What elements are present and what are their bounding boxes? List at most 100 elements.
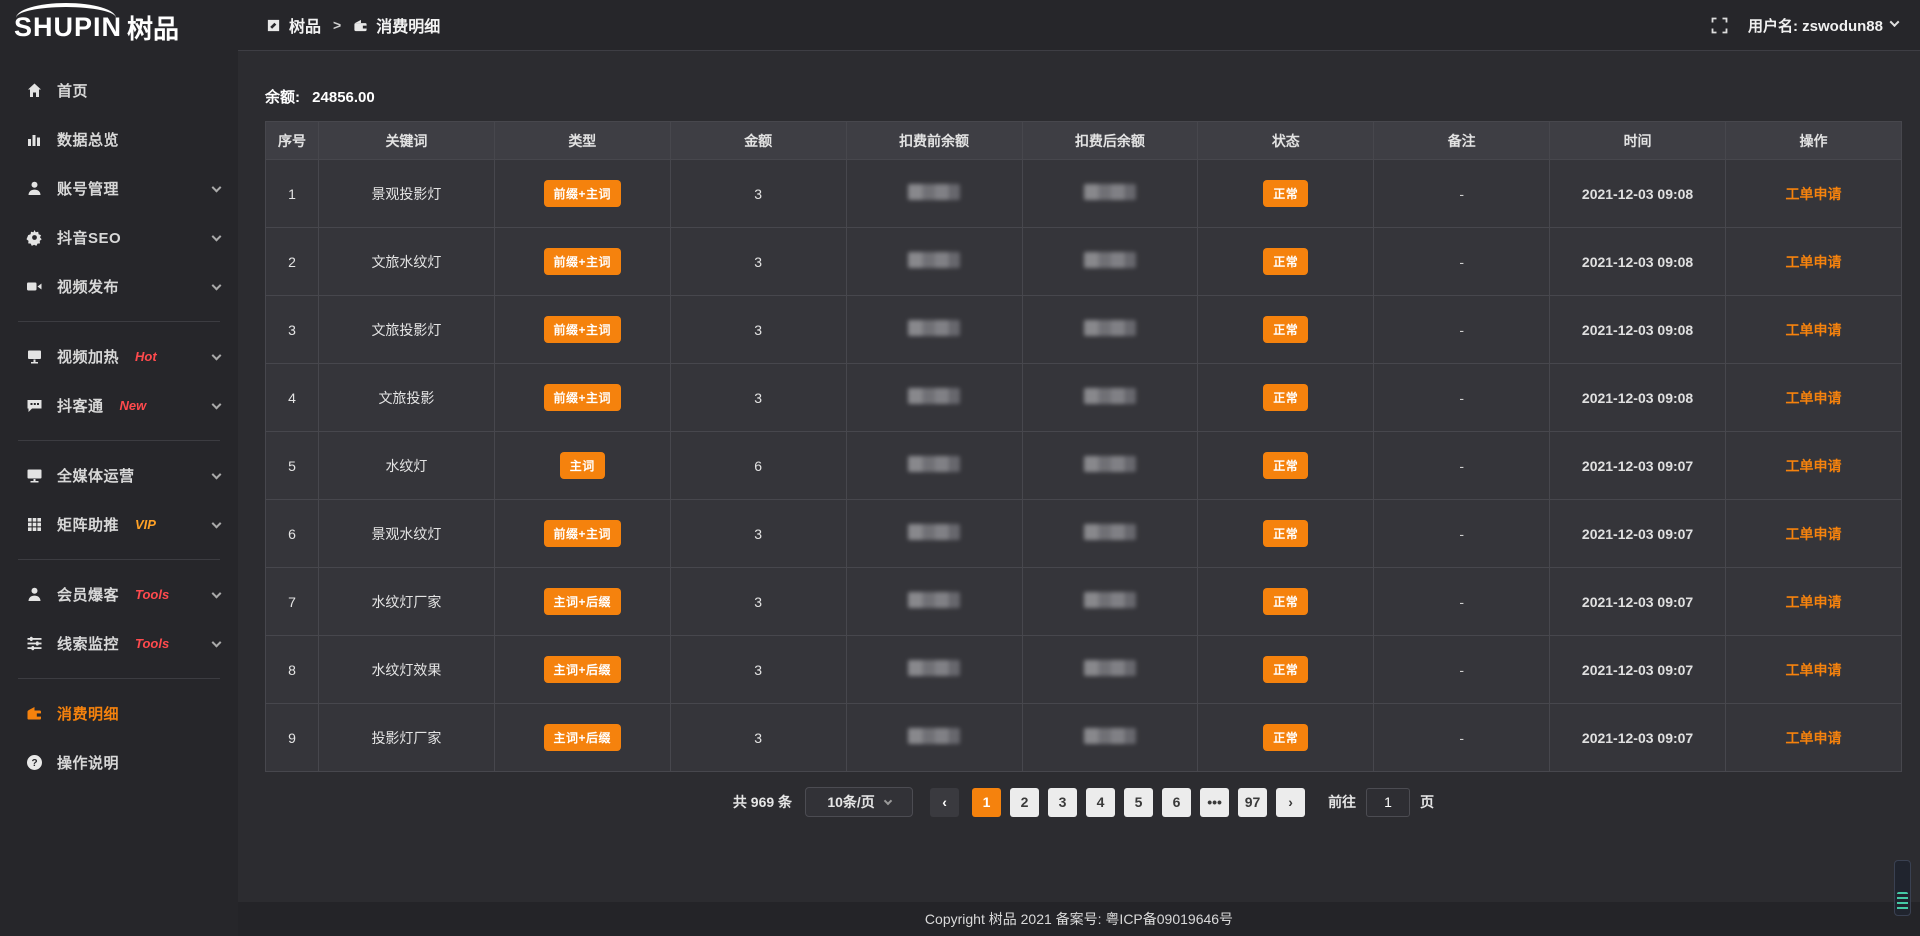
cell-balance-after xyxy=(1022,364,1198,432)
video-camera-icon xyxy=(26,278,43,295)
sidebar-divider xyxy=(18,559,220,560)
cell-action: 工单申请 xyxy=(1726,364,1902,432)
cell-amount: 3 xyxy=(670,704,846,772)
prev-page-button[interactable]: ‹ xyxy=(930,788,959,817)
sidebar-item-视频发布[interactable]: 视频发布 xyxy=(0,262,238,311)
user-menu[interactable]: 用户名: zswodun88 xyxy=(1748,15,1898,36)
cell-type: 主词+后缀 xyxy=(494,568,670,636)
footer: Copyright 树品 2021 备案号: 粤ICP备09019646号 xyxy=(238,902,1920,936)
table-row: 8水纹灯效果主词+后缀3正常-2021-12-03 09:07工单申请 xyxy=(266,636,1902,704)
work-order-link[interactable]: 工单申请 xyxy=(1786,458,1842,474)
page-button-2[interactable]: 2 xyxy=(1010,788,1039,817)
work-order-link[interactable]: 工单申请 xyxy=(1786,254,1842,270)
page-button-4[interactable]: 4 xyxy=(1086,788,1115,817)
sidebar-item-矩阵助推[interactable]: 矩阵助推VIP xyxy=(0,500,238,549)
column-header-时间: 时间 xyxy=(1550,122,1726,160)
blurred-balance xyxy=(1084,660,1136,676)
goto-suffix: 页 xyxy=(1420,792,1434,812)
sidebar-item-抖音SEO[interactable]: 抖音SEO xyxy=(0,213,238,262)
sidebar-item-全媒体运营[interactable]: 全媒体运营 xyxy=(0,451,238,500)
table-row: 7水纹灯厂家主词+后缀3正常-2021-12-03 09:07工单申请 xyxy=(266,568,1902,636)
cell-index: 9 xyxy=(266,704,319,772)
sidebar-badge-New: New xyxy=(120,398,147,413)
sidebar-item-消费明细[interactable]: 消费明细 xyxy=(0,689,238,738)
status-badge: 正常 xyxy=(1263,588,1308,615)
column-header-类型: 类型 xyxy=(494,122,670,160)
work-order-link[interactable]: 工单申请 xyxy=(1786,186,1842,202)
work-order-link[interactable]: 工单申请 xyxy=(1786,594,1842,610)
next-page-button[interactable]: › xyxy=(1276,788,1305,817)
cell-type: 前缀+主词 xyxy=(494,160,670,228)
column-header-扣费后余额: 扣费后余额 xyxy=(1022,122,1198,160)
work-order-link[interactable]: 工单申请 xyxy=(1786,526,1842,542)
sidebar-item-label: 首页 xyxy=(57,80,88,101)
status-badge: 正常 xyxy=(1263,656,1308,683)
cell-index: 1 xyxy=(266,160,319,228)
page-ellipsis-button[interactable]: ••• xyxy=(1200,788,1229,817)
consumption-table: 序号关键词类型金额扣费前余额扣费后余额状态备注时间操作 1景观投影灯前缀+主词3… xyxy=(265,121,1902,772)
fullscreen-icon[interactable] xyxy=(1711,17,1728,34)
cell-amount: 3 xyxy=(670,160,846,228)
cell-keyword: 水纹灯厂家 xyxy=(319,568,495,636)
cell-remark: - xyxy=(1374,364,1550,432)
sidebar-item-会员爆客[interactable]: 会员爆客Tools xyxy=(0,570,238,619)
work-order-link[interactable]: 工单申请 xyxy=(1786,390,1842,406)
sidebar-item-抖客通[interactable]: 抖客通New xyxy=(0,381,238,430)
table-row: 9投影灯厂家主词+后缀3正常-2021-12-03 09:07工单申请 xyxy=(266,704,1902,772)
sidebar-item-线索监控[interactable]: 线索监控Tools xyxy=(0,619,238,668)
sidebar-item-视频加热[interactable]: 视频加热Hot xyxy=(0,332,238,381)
chevron-down-icon xyxy=(212,637,222,647)
wallet-icon xyxy=(353,18,368,33)
type-badge: 主词 xyxy=(560,452,605,479)
balance-line: 余额: 24856.00 xyxy=(265,86,1902,107)
table-row: 1景观投影灯前缀+主词3正常-2021-12-03 09:08工单申请 xyxy=(266,160,1902,228)
sidebar-item-操作说明[interactable]: ?操作说明 xyxy=(0,738,238,787)
cell-balance-before xyxy=(846,160,1022,228)
chevron-down-icon xyxy=(212,469,222,479)
screen-heat-icon xyxy=(26,348,43,365)
work-order-link[interactable]: 工单申请 xyxy=(1786,322,1842,338)
cell-remark: - xyxy=(1374,160,1550,228)
sidebar-item-数据总览[interactable]: 数据总览 xyxy=(0,115,238,164)
cell-time: 2021-12-03 09:07 xyxy=(1550,432,1726,500)
breadcrumb-root[interactable]: 树品 xyxy=(289,13,321,37)
goto-page-input[interactable] xyxy=(1366,788,1410,817)
type-badge: 主词+后缀 xyxy=(544,588,622,615)
sidebar-item-label: 消费明细 xyxy=(57,703,119,724)
chevron-down-icon xyxy=(212,518,222,528)
cell-amount: 3 xyxy=(670,228,846,296)
content-area: 余额: 24856.00 序号关键词类型金额扣费前余额扣费后余额状态备注时间操作… xyxy=(238,51,1920,902)
page-size-select[interactable]: 10条/页 xyxy=(805,787,913,817)
sidebar-item-账号管理[interactable]: 账号管理 xyxy=(0,164,238,213)
blurred-balance xyxy=(908,456,960,472)
cell-time: 2021-12-03 09:07 xyxy=(1550,704,1726,772)
cell-status: 正常 xyxy=(1198,160,1374,228)
page-button-97[interactable]: 97 xyxy=(1238,788,1267,817)
topbar-right: 用户名: zswodun88 xyxy=(1711,15,1898,36)
cell-amount: 3 xyxy=(670,364,846,432)
main-column: 树品 > 消费明细 用户名: zswodun88 余额: 24856.00 xyxy=(238,0,1920,936)
page-button-5[interactable]: 5 xyxy=(1124,788,1153,817)
cell-status: 正常 xyxy=(1198,704,1374,772)
cell-index: 6 xyxy=(266,500,319,568)
balance-label: 余额: xyxy=(265,89,300,106)
pagination: 共 969 条 10条/页 ‹ 123456•••97 › 前往 页 xyxy=(265,787,1902,817)
type-badge: 主词+后缀 xyxy=(544,724,622,751)
cell-balance-after xyxy=(1022,500,1198,568)
sidebar-badge-Hot: Hot xyxy=(135,349,157,364)
work-order-link[interactable]: 工单申请 xyxy=(1786,662,1842,678)
cell-action: 工单申请 xyxy=(1726,636,1902,704)
column-header-扣费前余额: 扣费前余额 xyxy=(846,122,1022,160)
cell-balance-before xyxy=(846,228,1022,296)
page-button-1[interactable]: 1 xyxy=(972,788,1001,817)
type-badge: 主词+后缀 xyxy=(544,656,622,683)
page-button-6[interactable]: 6 xyxy=(1162,788,1191,817)
chevron-down-icon xyxy=(884,796,892,804)
browser-extension-widget[interactable] xyxy=(1894,860,1911,916)
sidebar-item-首页[interactable]: 首页 xyxy=(0,66,238,115)
chevron-down-icon xyxy=(212,588,222,598)
work-order-link[interactable]: 工单申请 xyxy=(1786,730,1842,746)
goto-label: 前往 xyxy=(1328,792,1356,812)
status-badge: 正常 xyxy=(1263,384,1308,411)
page-button-3[interactable]: 3 xyxy=(1048,788,1077,817)
